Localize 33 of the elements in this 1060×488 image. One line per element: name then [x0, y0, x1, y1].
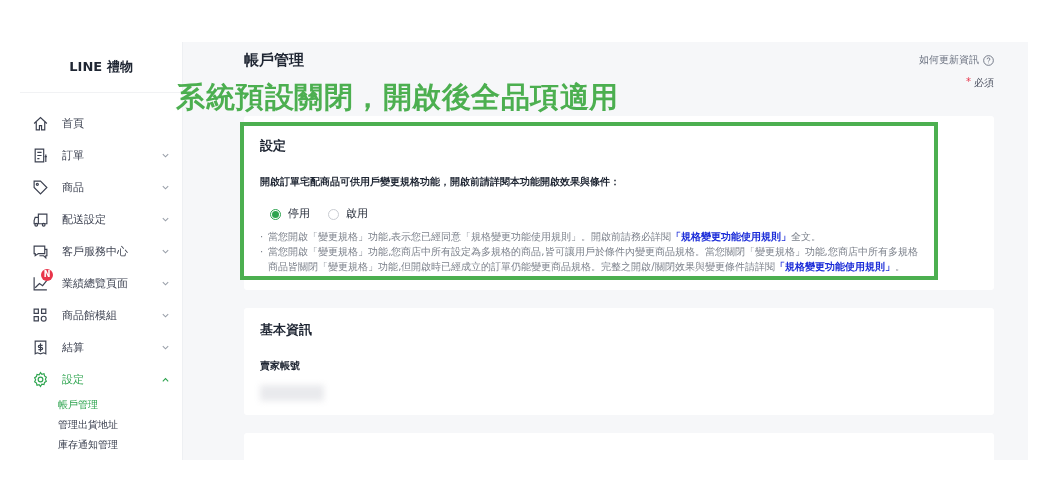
- new-badge: N: [41, 268, 53, 281]
- field-label: 賣家帳號: [260, 359, 301, 373]
- nav-item[interactable]: 訂單: [20, 139, 182, 171]
- card-title: 基本資訊: [260, 322, 313, 339]
- tag-icon: [32, 178, 49, 196]
- bullet-mark: ·: [260, 230, 264, 244]
- settings-icon: [32, 370, 49, 388]
- nav-item[interactable]: 客戶服務中心: [20, 235, 182, 267]
- nav-item[interactable]: N 業績總覽頁面: [20, 267, 182, 299]
- card-title: 設定: [260, 138, 287, 155]
- nav-item[interactable]: 配送設定: [20, 203, 182, 235]
- required-note: 必須: [974, 76, 994, 90]
- help-link[interactable]: 如何更新資訊: [919, 53, 994, 67]
- rules-link[interactable]: 「規格變更功能使用規則」: [774, 261, 895, 272]
- home-icon: [32, 114, 49, 132]
- receipt-icon: [32, 146, 49, 164]
- help-icon: [983, 54, 994, 66]
- radio-option[interactable]: 停用: [270, 207, 310, 221]
- note-text: 當您開啟「變更規格」功能,您商店中所有設定為多規格的商品,皆可讓用戶於條件內變更商品規格。當您關閉「變更規格」功能,您商店中所有多規格商品皆關閉「變更規格」功能,但開啟時已經成立的訂單仍能變更商品規格。完整之開啟/關閉效果與變更條件請詳閱「規格變更功能使用規則」。: [268, 245, 918, 274]
- page-title: 帳戶管理: [244, 50, 304, 70]
- description-text: 開啟訂單宅配商品可供用戶變更規格功能，開啟前請詳閱本功能開啟效果與條件：: [260, 175, 621, 189]
- bill-icon: [32, 338, 49, 356]
- nav-item[interactable]: 結算: [20, 331, 182, 363]
- nav-subitem[interactable]: 管理出貨地址: [20, 415, 182, 435]
- radio-option[interactable]: 啟用: [328, 207, 368, 221]
- bullet-mark: ·: [260, 245, 264, 259]
- required-mark: *: [966, 76, 971, 89]
- nav-item[interactable]: 商品: [20, 171, 182, 203]
- nav-item[interactable]: 商品館模組: [20, 299, 182, 331]
- modules-icon: [32, 306, 49, 324]
- nav-subitem[interactable]: 庫存通知管理: [20, 435, 182, 455]
- note-text: 當您開啟「變更規格」功能,表示您已經同意「規格變更功能使用規則」。開啟前請務必詳閱「規格變更功能使用規則」全文。: [268, 230, 822, 244]
- rules-link[interactable]: 「規格變更功能使用規則」: [671, 231, 792, 242]
